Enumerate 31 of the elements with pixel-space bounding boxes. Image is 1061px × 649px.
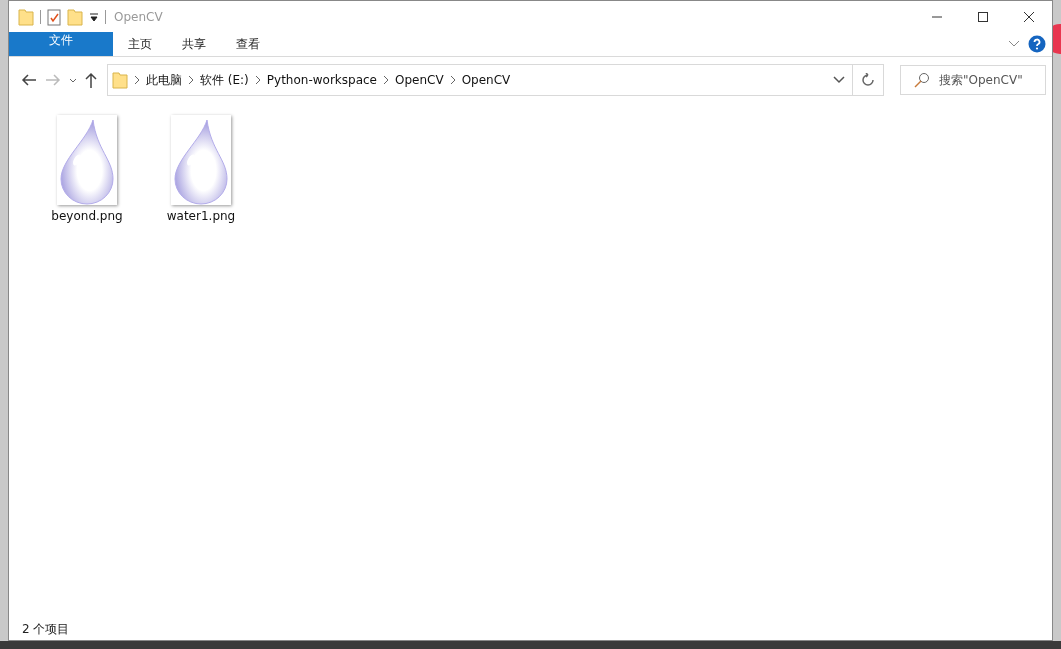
- refresh-icon[interactable]: [861, 73, 875, 87]
- breadcrumb[interactable]: 软件 (E:): [200, 71, 249, 89]
- help-icon[interactable]: [1028, 35, 1046, 53]
- expand-ribbon-icon[interactable]: [1008, 40, 1020, 48]
- breadcrumb[interactable]: OpenCV: [461, 73, 511, 87]
- breadcrumb[interactable]: Python-workspace: [266, 73, 377, 87]
- breadcrumb[interactable]: OpenCV: [395, 73, 444, 87]
- address-bar[interactable]: 此电脑 软件 (E:) Python-workspace OpenCV OpenCV: [107, 64, 884, 96]
- ribbon-tab[interactable]: 查看: [221, 32, 275, 56]
- water-drop-thumbnail[interactable]: [57, 115, 117, 205]
- chevron-icon[interactable]: [254, 75, 261, 85]
- file-name: water1.png: [166, 209, 236, 223]
- ribbon-tab[interactable]: 共享: [167, 32, 221, 56]
- chevron-icon[interactable]: [188, 75, 194, 85]
- search-icon: [914, 72, 930, 88]
- breadcrumb[interactable]: 此电脑: [146, 71, 182, 89]
- search-field[interactable]: 搜索"OpenCV": [900, 65, 1046, 95]
- water-drop-thumbnail[interactable]: [171, 115, 231, 205]
- chevron-icon[interactable]: [449, 75, 456, 85]
- file-menu-tab[interactable]: 文件: [9, 32, 113, 56]
- properties-icon[interactable]: [47, 7, 61, 26]
- dropdown-icon[interactable]: [833, 76, 845, 84]
- up-icon[interactable]: [83, 71, 99, 89]
- chevron-icon[interactable]: [383, 75, 389, 85]
- ribbon-tab[interactable]: 主页: [113, 32, 167, 56]
- dropdown-icon[interactable]: [89, 11, 99, 22]
- chevron-icon[interactable]: [134, 75, 140, 85]
- item-count: 2 个项目: [22, 620, 70, 638]
- file-name: beyond.png: [51, 209, 123, 223]
- back-icon[interactable]: [19, 72, 39, 88]
- window-title: OpenCV: [114, 9, 164, 24]
